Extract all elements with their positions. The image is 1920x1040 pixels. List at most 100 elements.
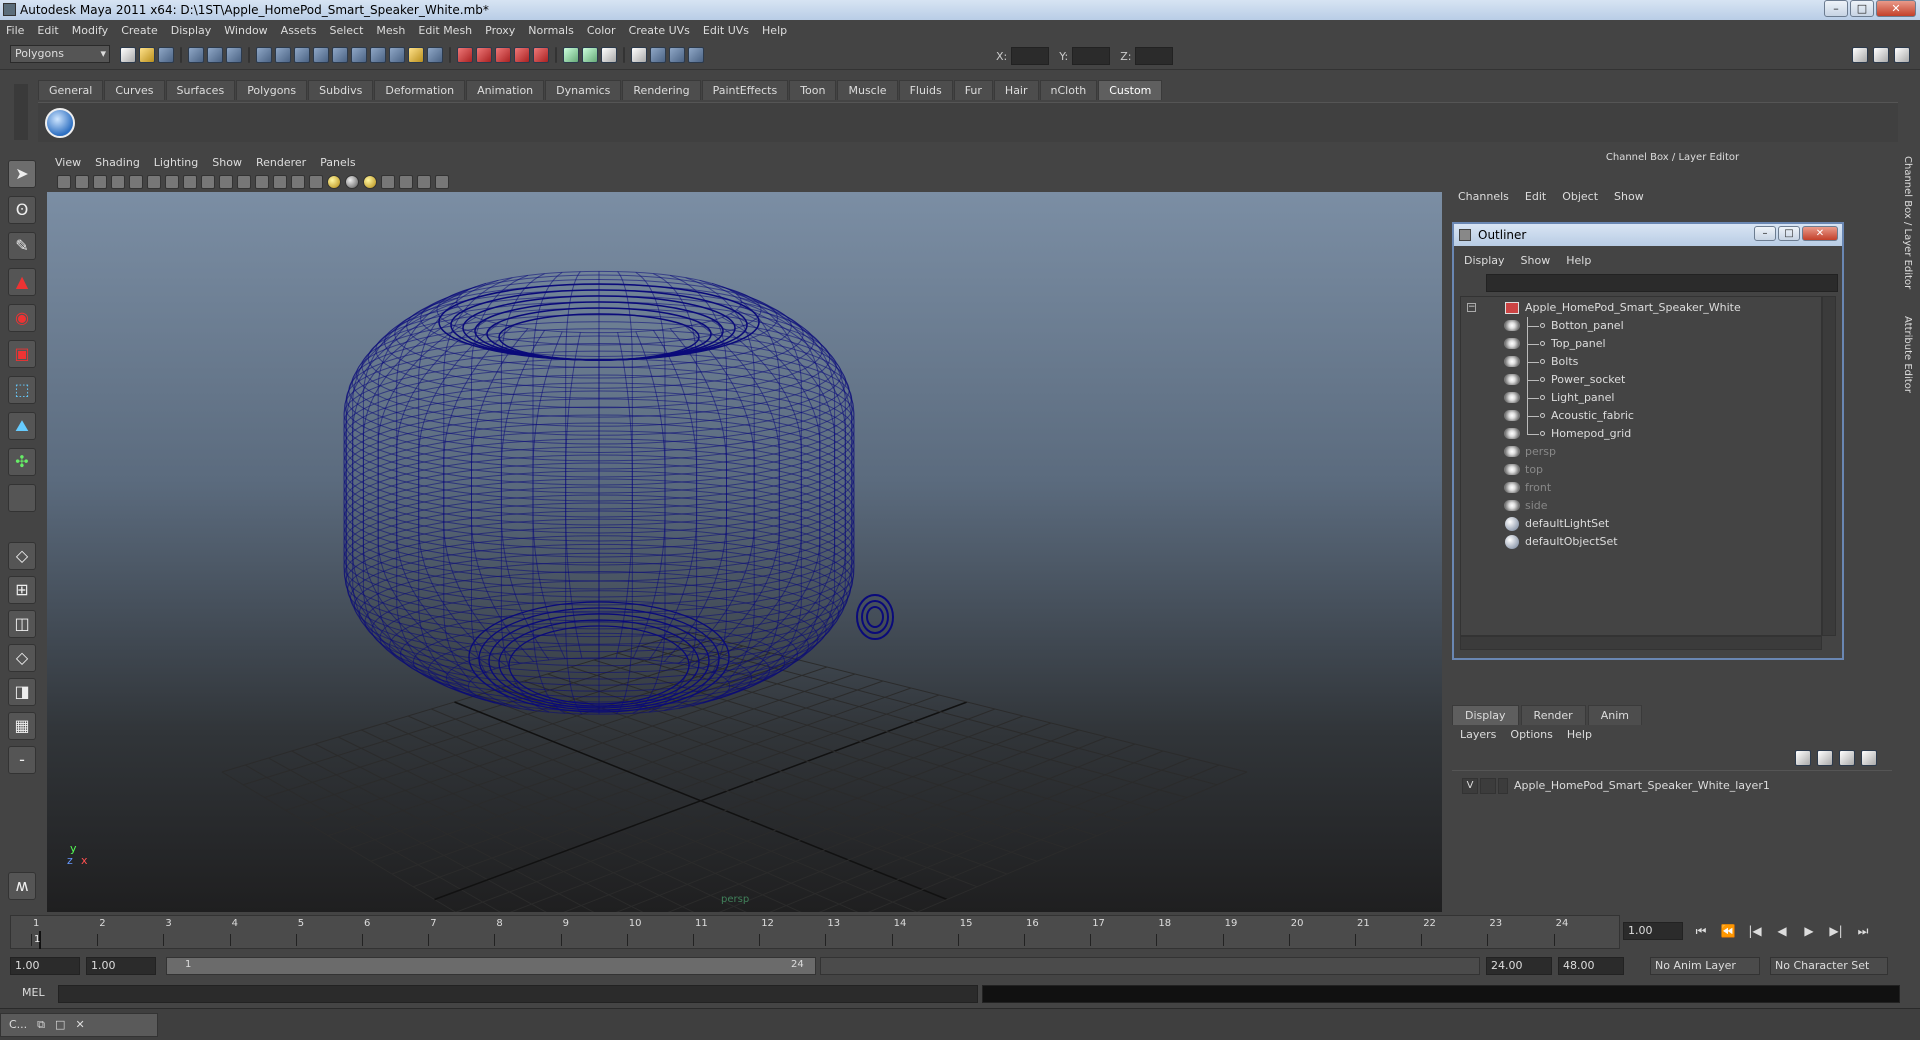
minimize-button[interactable]: – xyxy=(1824,0,1848,17)
menu-mesh[interactable]: Mesh xyxy=(376,24,405,37)
persp-graph-layout-icon[interactable]: ◇ xyxy=(8,644,36,672)
outliner-maximize-button[interactable]: □ xyxy=(1778,226,1800,241)
outliner-vertical-scrollbar[interactable] xyxy=(1822,296,1836,636)
save-scene-icon[interactable] xyxy=(158,47,174,63)
highlight-selection-icon[interactable] xyxy=(427,47,443,63)
new-layer-icon[interactable] xyxy=(1839,750,1855,766)
outliner-row-child[interactable]: Homepod_grid xyxy=(1461,425,1821,443)
menu-window[interactable]: Window xyxy=(224,24,267,37)
outliner-row-camera[interactable]: top xyxy=(1461,461,1821,479)
shelf-tab-painteffects[interactable]: PaintEffects xyxy=(701,80,789,100)
open-scene-icon[interactable] xyxy=(139,47,155,63)
minimized-window[interactable]: C... ⧉ □ ✕ xyxy=(0,1013,158,1037)
cb-menu-show[interactable]: Show xyxy=(1614,190,1644,203)
shelf-tab-polygons[interactable]: Polygons xyxy=(236,80,308,100)
custom-layout-icon[interactable]: - xyxy=(8,746,36,774)
range-slider-bar[interactable]: 1 24 xyxy=(166,957,816,975)
collapse-icon[interactable]: − xyxy=(1467,303,1476,312)
outliner-row-camera[interactable]: front xyxy=(1461,479,1821,497)
bookmark-icon[interactable] xyxy=(93,175,107,189)
cb-menu-channels[interactable]: Channels xyxy=(1458,190,1509,203)
shelf-tab-subdivs[interactable]: Subdivs xyxy=(308,80,374,100)
rotate-tool-icon[interactable]: ◉ xyxy=(8,304,36,332)
outliner-row-camera[interactable]: persp xyxy=(1461,443,1821,461)
outliner-row-root[interactable]: − Apple_HomePod_Smart_Speaker_White xyxy=(1461,299,1821,317)
z-field[interactable] xyxy=(1135,47,1174,65)
smooth-shade-icon[interactable] xyxy=(273,175,287,189)
animation-end-field[interactable]: 48.00 xyxy=(1558,957,1624,975)
shelf-tab-rendering[interactable]: Rendering xyxy=(622,80,701,100)
range-slider-track[interactable] xyxy=(820,957,1480,975)
outliner-menu-help[interactable]: Help xyxy=(1566,254,1591,267)
outliner-title-bar[interactable]: Outliner – □ ✕ xyxy=(1454,224,1842,246)
scale-tool-icon[interactable]: ▣ xyxy=(8,340,36,368)
channel-box-toggle-icon[interactable] xyxy=(1894,47,1910,63)
textured-icon[interactable] xyxy=(309,175,323,189)
outliner-menu-display[interactable]: Display xyxy=(1464,254,1505,267)
close-icon[interactable]: ✕ xyxy=(75,1014,84,1036)
output-ops-icon[interactable] xyxy=(582,47,598,63)
menu-edit[interactable]: Edit xyxy=(37,24,58,37)
shelf-tab-deformation[interactable]: Deformation xyxy=(374,80,466,100)
snap-view-plane-icon[interactable] xyxy=(514,47,530,63)
viewport-menu-panels[interactable]: Panels xyxy=(320,156,355,169)
select-handles-icon[interactable] xyxy=(256,47,272,63)
character-set-dropdown[interactable]: No Character Set xyxy=(1770,957,1888,975)
shelf-tab-custom[interactable]: Custom xyxy=(1098,80,1163,100)
select-component-icon[interactable] xyxy=(226,47,242,63)
layer-menu-options[interactable]: Options xyxy=(1510,728,1552,741)
layer-visibility-toggle[interactable]: V xyxy=(1462,778,1478,794)
four-view-layout-icon[interactable]: ⊞ xyxy=(8,576,36,604)
last-tool-icon[interactable] xyxy=(8,484,36,512)
maximize-icon[interactable]: □ xyxy=(55,1014,65,1036)
shelf-handle[interactable] xyxy=(14,84,28,140)
shelf-tab-animation[interactable]: Animation xyxy=(466,80,545,100)
menu-select[interactable]: Select xyxy=(329,24,363,37)
paint-select-tool-icon[interactable]: ✎ xyxy=(8,232,36,260)
shelf-tab-fur[interactable]: Fur xyxy=(953,80,993,100)
persp-outliner-layout-icon[interactable]: ◫ xyxy=(8,610,36,638)
x-field[interactable] xyxy=(1011,47,1050,65)
menu-create[interactable]: Create xyxy=(121,24,158,37)
outliner-row-set[interactable]: defaultObjectSet xyxy=(1461,533,1821,551)
select-curves-icon[interactable] xyxy=(294,47,310,63)
viewport-menu-view[interactable]: View xyxy=(55,156,81,169)
outliner-filter-input[interactable] xyxy=(1486,274,1838,292)
side-tab-attribute-editor[interactable]: Attribute Editor xyxy=(1902,316,1913,393)
viewport-menu-renderer[interactable]: Renderer xyxy=(256,156,306,169)
resolution-gate-icon[interactable] xyxy=(165,175,179,189)
new-scene-icon[interactable] xyxy=(120,47,136,63)
lock-selection-icon[interactable] xyxy=(408,47,424,63)
default-lighting-icon[interactable] xyxy=(327,175,341,189)
move-layer-down-icon[interactable] xyxy=(1817,750,1833,766)
menu-set-dropdown[interactable]: Polygons ▾ xyxy=(10,45,110,63)
mel-command-input[interactable] xyxy=(58,985,978,1003)
outliner-minimize-button[interactable]: – xyxy=(1754,226,1776,241)
film-gate-icon[interactable] xyxy=(147,175,161,189)
animation-start-field[interactable]: 1.00 xyxy=(10,957,80,975)
menu-proxy[interactable]: Proxy xyxy=(485,24,515,37)
mel-label[interactable]: MEL xyxy=(22,986,45,999)
single-perspective-layout-icon[interactable]: ◇ xyxy=(8,542,36,570)
playback-end-field[interactable]: 24.00 xyxy=(1486,957,1552,975)
y-field[interactable] xyxy=(1072,47,1111,65)
menu-color[interactable]: Color xyxy=(587,24,616,37)
restore-icon[interactable]: ⧉ xyxy=(37,1014,45,1036)
play-backwards-button[interactable]: ◀ xyxy=(1774,924,1790,938)
outliner-row-set[interactable]: defaultLightSet xyxy=(1461,515,1821,533)
outliner-close-button[interactable]: ✕ xyxy=(1802,226,1838,241)
menu-modify[interactable]: Modify xyxy=(72,24,108,37)
show-manipulator-icon[interactable]: ✣ xyxy=(8,448,36,476)
select-deformations-icon[interactable] xyxy=(332,47,348,63)
outliner-row-child[interactable]: Acoustic_fabric xyxy=(1461,407,1821,425)
layer-menu-help[interactable]: Help xyxy=(1567,728,1592,741)
hud-icon[interactable] xyxy=(435,175,449,189)
safe-action-icon[interactable] xyxy=(219,175,233,189)
snap-point-icon[interactable] xyxy=(495,47,511,63)
playback-start-field[interactable]: 1.00 xyxy=(86,957,156,975)
image-plane-icon[interactable] xyxy=(111,175,125,189)
safe-title-icon[interactable] xyxy=(237,175,251,189)
render-settings-icon[interactable] xyxy=(688,47,704,63)
menu-help[interactable]: Help xyxy=(762,24,787,37)
play-forwards-button[interactable]: ▶ xyxy=(1801,924,1817,938)
